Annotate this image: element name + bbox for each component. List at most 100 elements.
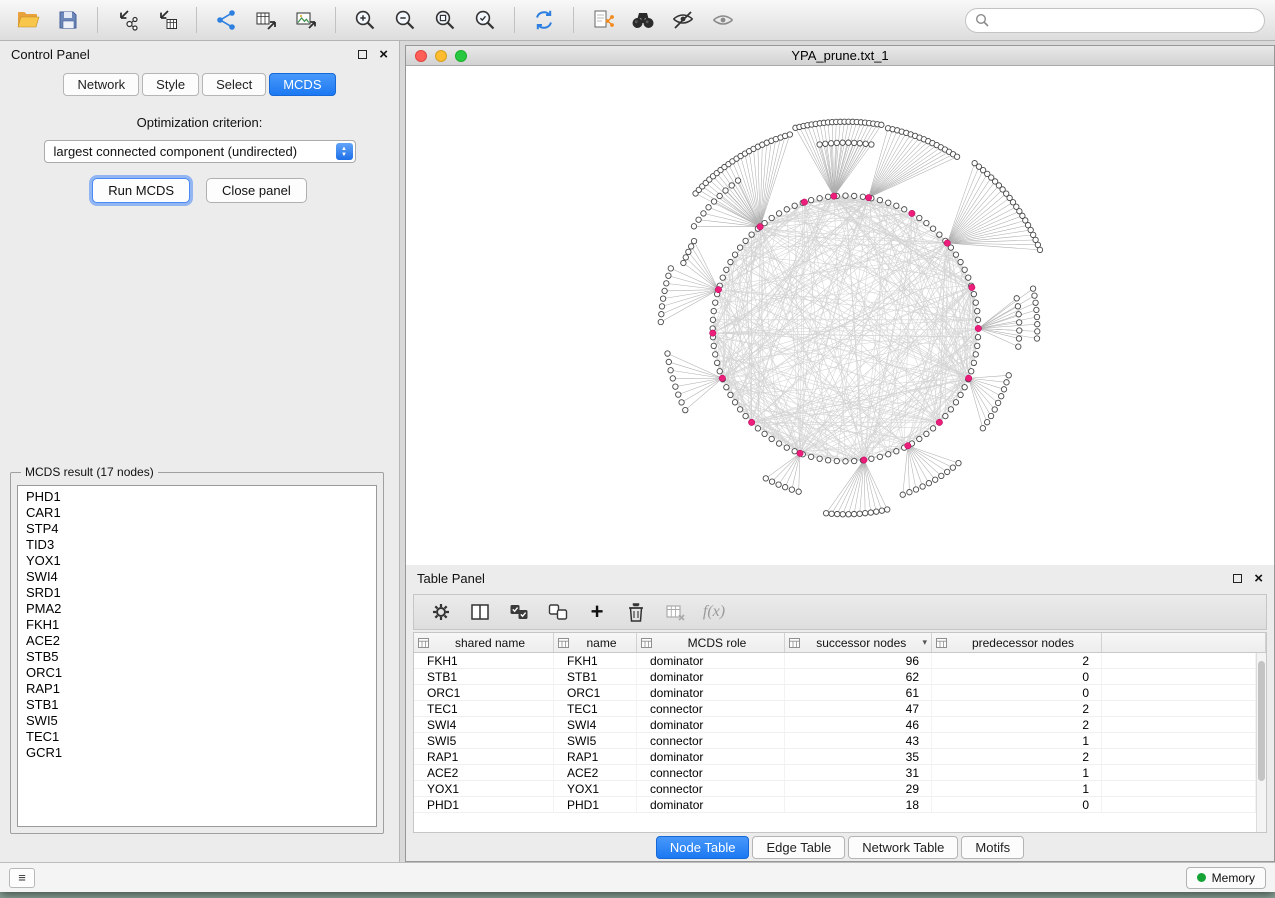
- run-mcds-button[interactable]: Run MCDS: [92, 178, 190, 203]
- zoom-out-button[interactable]: [387, 4, 423, 36]
- export-table-button[interactable]: [248, 4, 284, 36]
- zoom-fit-button[interactable]: [427, 4, 463, 36]
- mcds-result-item[interactable]: TEC1: [26, 729, 368, 745]
- mcds-result-item[interactable]: ORC1: [26, 665, 368, 681]
- close-panel-icon[interactable]: ×: [379, 47, 388, 62]
- toolbar-search: [965, 8, 1265, 33]
- deselect-all-button[interactable]: [543, 598, 573, 626]
- mcds-result-item[interactable]: RAP1: [26, 681, 368, 697]
- float-table-panel-icon[interactable]: [1233, 574, 1242, 583]
- save-session-button[interactable]: [50, 4, 86, 36]
- maximize-window-icon[interactable]: [455, 50, 467, 62]
- add-column-button[interactable]: +: [582, 598, 612, 626]
- table-cell: 1: [932, 733, 1102, 748]
- mcds-result-item[interactable]: SRD1: [26, 585, 368, 601]
- close-window-icon[interactable]: [415, 50, 427, 62]
- memory-button[interactable]: Memory: [1186, 867, 1266, 889]
- table-cell: SWI4: [554, 717, 637, 732]
- column-menu-arrow-icon[interactable]: ▾: [922, 637, 927, 648]
- mcds-result-item[interactable]: YOX1: [26, 553, 368, 569]
- apply-layout-button[interactable]: [526, 4, 562, 36]
- function-builder-button[interactable]: f(x): [699, 598, 729, 626]
- find-button[interactable]: [625, 4, 661, 36]
- table-row[interactable]: RAP1RAP1dominator352: [414, 749, 1256, 765]
- tab-network[interactable]: Network: [63, 73, 139, 96]
- task-history-button[interactable]: ≡: [9, 868, 35, 888]
- network-graph[interactable]: [406, 66, 1274, 565]
- select-all-button[interactable]: [504, 598, 534, 626]
- mcds-result-item[interactable]: STP4: [26, 521, 368, 537]
- table-row[interactable]: FKH1FKH1dominator962: [414, 653, 1256, 669]
- import-network-button[interactable]: [109, 4, 145, 36]
- column-type-icon: [418, 638, 429, 648]
- table-cell: FKH1: [414, 653, 554, 668]
- table-row[interactable]: PHD1PHD1dominator180: [414, 797, 1256, 813]
- table-cell: connector: [637, 733, 785, 748]
- mcds-result-item[interactable]: GCR1: [26, 745, 368, 761]
- column-type-icon: [641, 638, 652, 648]
- mcds-result-item[interactable]: STB5: [26, 649, 368, 665]
- table-row[interactable]: STB1STB1dominator620: [414, 669, 1256, 685]
- tab-edge-table[interactable]: Edge Table: [752, 836, 845, 859]
- mcds-result-item[interactable]: SWI5: [26, 713, 368, 729]
- stepper-down-icon: ▼: [341, 152, 347, 158]
- table-cell: ACE2: [554, 765, 637, 780]
- table-row[interactable]: SWI5SWI5connector431: [414, 733, 1256, 749]
- tab-style[interactable]: Style: [142, 73, 199, 96]
- open-session-button[interactable]: [10, 4, 46, 36]
- table-row[interactable]: TEC1TEC1connector472: [414, 701, 1256, 717]
- table-cell: [1102, 685, 1256, 700]
- table-cell: 46: [785, 717, 932, 732]
- table-scrollbar[interactable]: [1256, 653, 1266, 832]
- tab-network-table[interactable]: Network Table: [848, 836, 958, 859]
- column-header-shared-name[interactable]: shared name: [414, 633, 554, 652]
- table-row[interactable]: SWI4SWI4dominator462: [414, 717, 1256, 733]
- show-column-panel-button[interactable]: [465, 598, 495, 626]
- table-cell: STB1: [554, 669, 637, 684]
- delete-table-button[interactable]: [660, 598, 690, 626]
- float-panel-icon[interactable]: [358, 50, 367, 59]
- column-header-predecessor-nodes[interactable]: predecessor nodes: [932, 633, 1102, 652]
- column-header-successor-nodes[interactable]: successor nodes▾: [785, 633, 932, 652]
- mcds-result-item[interactable]: ACE2: [26, 633, 368, 649]
- zoom-in-button[interactable]: [347, 4, 383, 36]
- network-canvas[interactable]: [406, 66, 1274, 565]
- table-cell: 0: [932, 669, 1102, 684]
- right-column: YPA_prune.txt_1 Table Panel ×: [400, 41, 1275, 862]
- column-header-name[interactable]: name: [554, 633, 637, 652]
- graphics-details-button[interactable]: [665, 4, 701, 36]
- criterion-dropdown[interactable]: largest connected component (undirected)…: [44, 140, 356, 163]
- table-cell: [1102, 797, 1256, 812]
- tab-select[interactable]: Select: [202, 73, 266, 96]
- delete-column-button[interactable]: [621, 598, 651, 626]
- table-row[interactable]: YOX1YOX1connector291: [414, 781, 1256, 797]
- mcds-result-item[interactable]: PHD1: [26, 489, 368, 505]
- mcds-result-item[interactable]: STB1: [26, 697, 368, 713]
- mcds-result-item[interactable]: CAR1: [26, 505, 368, 521]
- mcds-result-list[interactable]: PHD1CAR1STP4TID3YOX1SWI4SRD1PMA2FKH1ACE2…: [17, 485, 377, 827]
- export-image-button[interactable]: [288, 4, 324, 36]
- tab-motifs[interactable]: Motifs: [961, 836, 1024, 859]
- document-share-icon: [590, 7, 616, 33]
- column-header-MCDS-role[interactable]: MCDS role: [637, 633, 785, 652]
- zoom-selected-button[interactable]: [467, 4, 503, 36]
- close-table-panel-icon[interactable]: ×: [1254, 571, 1263, 586]
- table-row[interactable]: ACE2ACE2connector311: [414, 765, 1256, 781]
- tab-mcds[interactable]: MCDS: [269, 73, 335, 96]
- export-network-button[interactable]: [208, 4, 244, 36]
- share-network-button[interactable]: [585, 4, 621, 36]
- scrollbar-thumb[interactable]: [1258, 661, 1265, 781]
- mcds-result-item[interactable]: PMA2: [26, 601, 368, 617]
- table-settings-button[interactable]: [426, 598, 456, 626]
- toolbar-search-input[interactable]: [995, 13, 1255, 27]
- network-overview-button[interactable]: [705, 4, 741, 36]
- mcds-result-item[interactable]: FKH1: [26, 617, 368, 633]
- mcds-result-item[interactable]: TID3: [26, 537, 368, 553]
- mcds-result-item[interactable]: SWI4: [26, 569, 368, 585]
- import-table-button[interactable]: [149, 4, 185, 36]
- close-panel-button[interactable]: Close panel: [206, 178, 307, 203]
- tab-node-table[interactable]: Node Table: [656, 836, 750, 859]
- zoom-in-icon: [352, 7, 378, 33]
- table-row[interactable]: ORC1ORC1dominator610: [414, 685, 1256, 701]
- minimize-window-icon[interactable]: [435, 50, 447, 62]
